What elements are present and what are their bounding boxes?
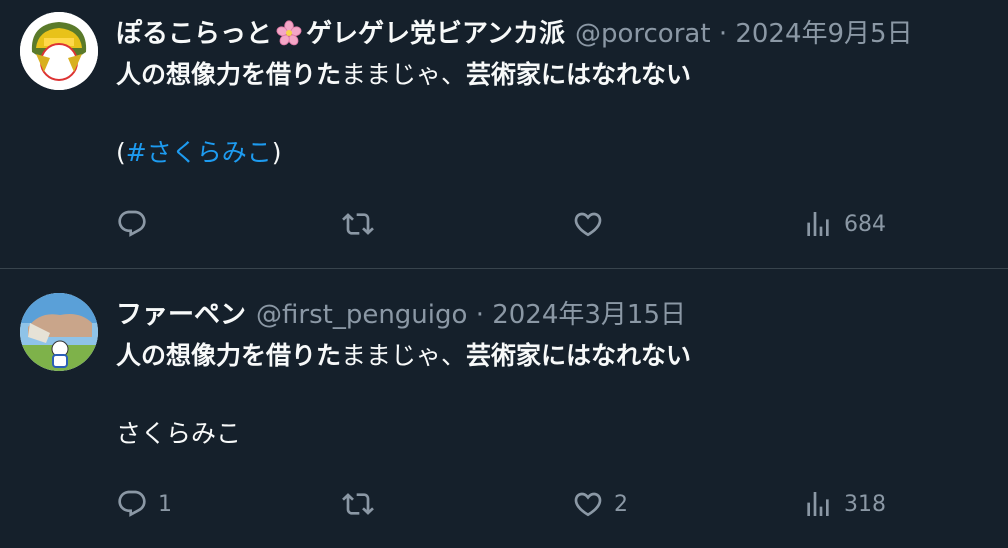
tweet-content: ファーペン @first_penguigo · 2024年3月15日 人の想像力… (116, 297, 988, 453)
separator: · (718, 19, 728, 49)
cherry-blossom-icon (276, 20, 302, 46)
text-bold: 芸術家にはなれない (466, 60, 692, 89)
tweet-actions: 1 2 318 (116, 486, 988, 522)
views-button[interactable]: 318 (802, 486, 886, 522)
tweet-meta: @porcorat · 2024年9月5日 (575, 16, 913, 52)
display-name[interactable]: ファーペン (116, 297, 246, 333)
reply-button[interactable] (116, 206, 158, 242)
separator: · (475, 300, 484, 330)
like-count: 2 (614, 491, 628, 517)
paren-close: ) (271, 138, 282, 167)
like-icon (574, 492, 602, 517)
tweet-header: ぽるこらっと ゲレゲレ党ビアンカ派 @porcorat · 2024年9月5日 (116, 16, 988, 52)
tweet-text-line: 人の想像力を借りたままじゃ、芸術家にはなれない (116, 337, 988, 375)
retweet-icon (342, 493, 374, 515)
hashtag-link[interactable]: #さくらみこ (126, 138, 272, 167)
handle[interactable]: @porcorat (575, 19, 711, 49)
tweet-text: 人の想像力を借りたままじゃ、芸術家にはなれない さくらみこ (116, 337, 988, 453)
views-icon (807, 492, 829, 516)
tweet-2[interactable]: ファーペン @first_penguigo · 2024年3月15日 人の想像力… (0, 268, 1008, 547)
tweet-text-line: さくらみこ (116, 419, 242, 448)
display-name[interactable]: ぽるこらっと ゲレゲレ党ビアンカ派 (116, 16, 565, 52)
timeline: ぽるこらっと ゲレゲレ党ビアンカ派 @porcorat · 2024年9月5日 … (0, 0, 1008, 548)
retweet-icon (342, 213, 374, 235)
paren-open: ( (116, 138, 126, 167)
like-icon (574, 212, 602, 237)
timestamp[interactable]: 2024年9月5日 (735, 19, 912, 49)
tweet-header: ファーペン @first_penguigo · 2024年3月15日 (116, 297, 988, 333)
text-bold: 芸術家にはなれない (466, 341, 692, 370)
text-regular: ままじゃ、 (341, 341, 467, 370)
avatar-image (20, 293, 98, 371)
tweet-content: ぽるこらっと ゲレゲレ党ビアンカ派 @porcorat · 2024年9月5日 … (116, 16, 988, 172)
views-count: 684 (844, 211, 886, 237)
views-icon (807, 212, 829, 236)
avatar[interactable] (20, 12, 98, 90)
views-button[interactable]: 684 (802, 206, 886, 242)
like-button[interactable] (572, 206, 614, 242)
text-bold: 人の想像力を借りた (116, 341, 342, 370)
avatar[interactable] (20, 293, 98, 371)
tweet-text: 人の想像力を借りたままじゃ、芸術家にはなれない (#さくらみこ) (116, 56, 988, 172)
reply-count: 1 (158, 491, 172, 517)
avatar-image (20, 12, 98, 90)
text-bold: 人の想像力を借りた (116, 60, 342, 89)
reply-button[interactable]: 1 (116, 486, 172, 522)
tweet-text-line: 人の想像力を借りたままじゃ、芸術家にはなれない (116, 56, 988, 94)
like-button[interactable]: 2 (572, 486, 628, 522)
tweet-meta: @first_penguigo · 2024年3月15日 (256, 297, 686, 333)
timestamp[interactable]: 2024年3月15日 (492, 300, 686, 330)
text-regular: ままじゃ、 (341, 60, 467, 89)
tweet-text-line: (#さくらみこ) (116, 134, 988, 172)
reply-icon (118, 490, 146, 517)
handle[interactable]: @first_penguigo (256, 300, 467, 330)
tweet-1[interactable]: ぽるこらっと ゲレゲレ党ビアンカ派 @porcorat · 2024年9月5日 … (0, 0, 1008, 268)
display-name-part: ぽるこらっと (116, 19, 273, 49)
display-name-part: ゲレゲレ党ビアンカ派 (306, 19, 565, 49)
retweet-button[interactable] (342, 206, 384, 242)
retweet-button[interactable] (342, 486, 384, 522)
views-count: 318 (844, 491, 886, 517)
reply-icon (118, 210, 146, 237)
tweet-actions: 684 (116, 206, 988, 242)
